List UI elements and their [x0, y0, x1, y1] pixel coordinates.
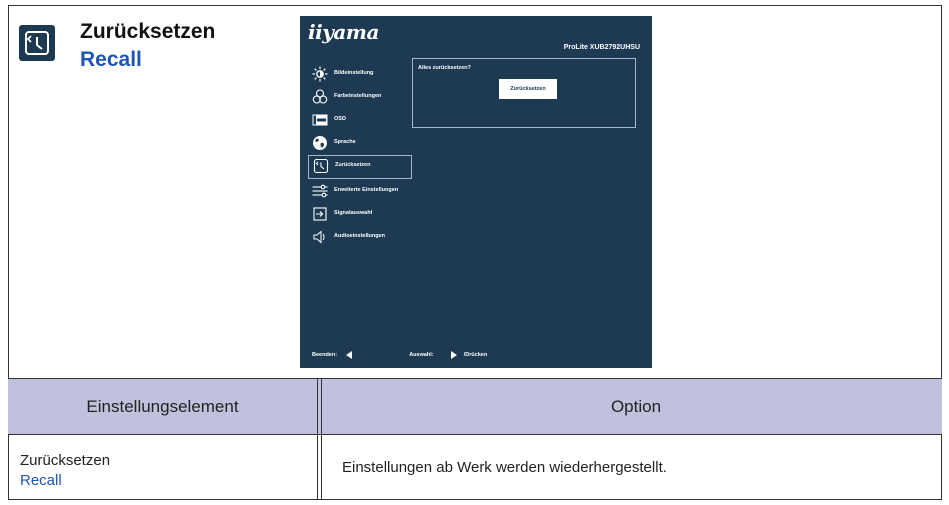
left-arrow-icon — [346, 351, 353, 359]
speaker-icon — [312, 229, 328, 245]
menu-item-label: Farbeinstellungen — [334, 93, 382, 99]
menu-item-label: OSD — [334, 116, 346, 122]
recall-button[interactable]: Zurücksetzen — [499, 79, 557, 99]
menu-item-erweiterte-einstellungen[interactable]: Erweiterte Einstellungen — [312, 181, 402, 203]
page-subtitle: Recall — [80, 48, 142, 71]
header-option: Option — [610, 396, 662, 416]
osd-footer: Beenden: Auswahl: /Drücken — [312, 351, 487, 359]
menu-item-label: Signalauswahl — [334, 210, 373, 216]
page-title: Zurücksetzen — [80, 20, 216, 43]
menu-item-sprache[interactable]: Sprache — [312, 133, 402, 155]
menu-item-signalauswahl[interactable]: Signalauswahl — [312, 204, 402, 226]
color-icon — [312, 89, 328, 105]
brand-logo: iiyama — [308, 20, 379, 44]
row-item-de: Zurücksetzen — [20, 452, 111, 469]
model-name: ProLite XUB2792UHSU — [563, 44, 640, 51]
menu-item-farbeinstellungen[interactable]: Farbeinstellungen — [312, 87, 402, 109]
right-arrow-icon — [450, 351, 457, 359]
menu-item-label: Sprache — [334, 139, 356, 145]
recall-panel: Alles zurücksetzen? Zurücksetzen — [412, 58, 636, 128]
column-divider — [321, 379, 322, 500]
menu-item-label: Bildeinstellung — [334, 70, 374, 76]
sliders-icon — [312, 183, 328, 199]
menu-item-bildeinstellung[interactable]: Bildeinstellung — [312, 64, 402, 86]
recall-icon — [313, 158, 329, 174]
row-item-en: Recall — [20, 472, 62, 489]
recall-icon — [19, 25, 55, 61]
header-setting-item: Einstellungselement — [86, 396, 239, 416]
menu-item-zuruecksetzen[interactable]: Zurücksetzen — [308, 155, 412, 179]
menu-item-audioeinstellungen[interactable]: Audioeinstellungen — [312, 227, 402, 249]
menu-item-label: Audioeinstellungen — [334, 233, 386, 239]
press-label: /Drücken — [463, 352, 488, 358]
input-icon — [312, 206, 328, 222]
table-header: Einstellungselement Option — [8, 379, 942, 435]
row-option: Einstellungen ab Werk werden wiederherge… — [342, 459, 667, 476]
exit-label: Beenden: — [312, 352, 338, 358]
globe-icon — [312, 135, 328, 151]
select-label: Auswahl: — [409, 352, 434, 358]
menu-item-osd[interactable]: OSD — [312, 110, 402, 132]
brightness-icon — [312, 66, 328, 82]
menu-item-label: Zurücksetzen — [335, 162, 371, 168]
osd-screen: iiyama ProLite XUB2792UHSU Bildeinstellu… — [300, 16, 652, 368]
column-divider — [317, 379, 318, 500]
menu-item-label: Erweiterte Einstellungen — [334, 187, 399, 193]
osd-icon — [312, 112, 328, 128]
recall-question: Alles zurücksetzen? — [418, 65, 471, 71]
